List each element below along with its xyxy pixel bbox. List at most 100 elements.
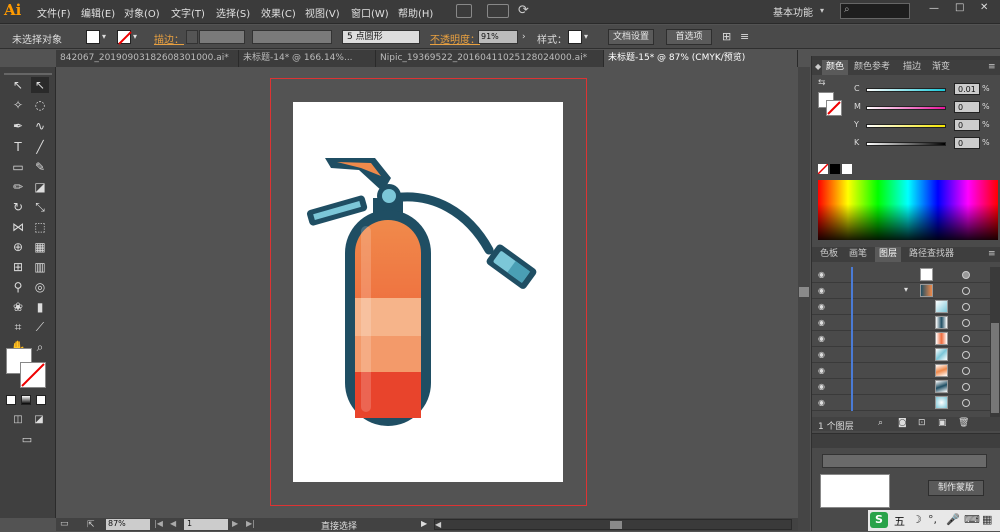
layer-row[interactable]: ◉ bbox=[812, 267, 990, 283]
color-spectrum[interactable] bbox=[818, 180, 998, 240]
share-icon[interactable]: ⇱ bbox=[87, 520, 95, 530]
artboard-nav-icon[interactable]: ▭ bbox=[60, 519, 69, 529]
opacity-input[interactable]: 91% bbox=[478, 30, 518, 44]
target-icon[interactable] bbox=[962, 303, 970, 311]
punctuation-icon[interactable]: °, bbox=[928, 513, 937, 526]
stroke-swatch[interactable] bbox=[117, 30, 132, 45]
tab-brushes[interactable]: 画笔 bbox=[845, 247, 871, 262]
type-tool-icon[interactable]: T bbox=[9, 139, 27, 155]
symbol-sprayer-tool-icon[interactable]: ❀ bbox=[9, 299, 27, 315]
target-icon[interactable] bbox=[962, 367, 970, 375]
align-icon[interactable]: ⊞ bbox=[722, 30, 731, 43]
stroke-weight-stepper[interactable] bbox=[186, 30, 198, 44]
tab-pathfinder[interactable]: 路径查找器 bbox=[905, 247, 958, 262]
maximize-icon[interactable]: □ bbox=[955, 2, 964, 13]
scroll-thumb[interactable] bbox=[991, 323, 999, 413]
rotate-tool-icon[interactable]: ↻ bbox=[9, 199, 27, 215]
rectangle-tool-icon[interactable]: ▭ bbox=[9, 159, 27, 175]
magic-wand-tool-icon[interactable]: ✧ bbox=[9, 97, 27, 113]
next-artboard-icon[interactable]: ▶ bbox=[232, 519, 238, 528]
white-swatch[interactable] bbox=[842, 164, 852, 174]
column-graph-tool-icon[interactable]: ▮ bbox=[31, 299, 49, 315]
gradient-tool-icon[interactable]: ▥ bbox=[31, 259, 49, 275]
direct-selection-tool-icon[interactable]: ↖ bbox=[31, 77, 49, 93]
layer-row[interactable]: ◉ bbox=[812, 315, 990, 331]
bridge-icon[interactable] bbox=[456, 4, 472, 18]
layer-row[interactable]: ◉ bbox=[812, 299, 990, 315]
magenta-slider[interactable] bbox=[866, 106, 946, 110]
slice-tool-icon[interactable]: ⟋ bbox=[31, 319, 49, 335]
black-input[interactable]: 0 bbox=[954, 137, 980, 149]
menu-select[interactable]: 选择(S) bbox=[216, 5, 250, 20]
tab-stroke[interactable]: 描边 bbox=[899, 60, 925, 75]
sogou-logo-icon[interactable]: S bbox=[870, 512, 888, 528]
eye-icon[interactable]: ◉ bbox=[818, 318, 830, 327]
zoom-level-input[interactable]: 87% bbox=[106, 519, 150, 530]
eye-icon[interactable]: ◉ bbox=[818, 366, 830, 375]
tab-document-1[interactable]: 842067_20190903182608301000.ai* bbox=[56, 50, 239, 67]
layers-scrollbar[interactable] bbox=[990, 267, 1000, 417]
layer-row[interactable]: ◉ bbox=[812, 379, 990, 395]
chevron-down-icon[interactable]: ▾ bbox=[820, 6, 824, 15]
moon-icon[interactable]: ☽ bbox=[912, 513, 922, 526]
scroll-thumb[interactable] bbox=[799, 287, 809, 297]
gradient-mode-icon[interactable] bbox=[21, 395, 31, 405]
stroke-color-box[interactable] bbox=[20, 362, 46, 388]
new-sublayer-icon[interactable]: ⊡ bbox=[918, 418, 926, 428]
document-setup-button[interactable]: 文档设置 bbox=[608, 29, 654, 45]
tab-document-2[interactable]: 未标题-14* @ 166.14%... bbox=[239, 50, 376, 67]
menu-edit[interactable]: 编辑(E) bbox=[81, 5, 115, 20]
artboard-tool-icon[interactable]: ⌗ bbox=[9, 319, 27, 335]
make-clipping-mask-icon[interactable]: ◙ bbox=[898, 418, 907, 428]
chevron-down-icon[interactable]: ▾ bbox=[584, 32, 588, 41]
layer-row[interactable]: ◉ bbox=[812, 347, 990, 363]
graphic-style-swatch[interactable] bbox=[568, 30, 582, 44]
eraser-tool-icon[interactable]: ◪ bbox=[31, 179, 49, 195]
scroll-thumb[interactable] bbox=[610, 521, 622, 529]
pencil-tool-icon[interactable]: ✏ bbox=[9, 179, 27, 195]
artboard-number-input[interactable]: 1 bbox=[184, 519, 228, 530]
magenta-input[interactable]: 0 bbox=[954, 101, 980, 113]
shape-builder-tool-icon[interactable]: ⊕ bbox=[9, 239, 27, 255]
first-artboard-icon[interactable]: |◀ bbox=[154, 519, 163, 528]
variable-width-dropdown[interactable] bbox=[252, 30, 332, 44]
cyan-slider[interactable] bbox=[866, 88, 946, 92]
scale-tool-icon[interactable]: ⤡ bbox=[31, 199, 49, 215]
none-swatch[interactable] bbox=[817, 163, 829, 175]
eye-icon[interactable]: ◉ bbox=[818, 286, 830, 295]
yellow-slider[interactable] bbox=[866, 124, 946, 128]
tab-document-active[interactable]: 未标题-15* @ 87% (CMYK/预览) bbox=[604, 50, 798, 67]
opacity-label[interactable]: 不透明度： bbox=[430, 31, 480, 46]
collapse-icon[interactable]: ◆ bbox=[815, 62, 821, 71]
stroke-weight-dropdown[interactable] bbox=[199, 30, 245, 44]
menu-effect[interactable]: 效果(C) bbox=[261, 5, 296, 20]
menu-object[interactable]: 对象(O) bbox=[124, 5, 160, 20]
target-icon[interactable] bbox=[962, 399, 970, 407]
workspace-switcher[interactable]: 基本功能 bbox=[773, 4, 813, 19]
target-icon[interactable] bbox=[962, 271, 970, 279]
width-tool-icon[interactable]: ⋈ bbox=[9, 219, 27, 235]
blend-tool-icon[interactable]: ◎ bbox=[31, 279, 49, 295]
eye-icon[interactable]: ◉ bbox=[818, 382, 830, 391]
close-icon[interactable]: ✕ bbox=[980, 2, 988, 13]
status-menu-icon[interactable]: ▶ bbox=[421, 519, 427, 528]
scroll-left-icon[interactable]: ◀ bbox=[435, 520, 441, 529]
layer-row[interactable]: ◉ bbox=[812, 395, 990, 411]
cyan-input[interactable]: 0.01 bbox=[954, 83, 980, 95]
keyboard-icon[interactable]: ⌨ bbox=[964, 513, 980, 526]
zoom-tool-icon[interactable]: ⌕ bbox=[31, 339, 49, 355]
eye-icon[interactable]: ◉ bbox=[818, 302, 830, 311]
eyedropper-tool-icon[interactable]: ⚲ bbox=[9, 279, 27, 295]
target-icon[interactable] bbox=[962, 335, 970, 343]
preferences-button[interactable]: 首选项 bbox=[666, 29, 712, 45]
yellow-input[interactable]: 0 bbox=[954, 119, 980, 131]
minimize-icon[interactable]: — bbox=[929, 3, 939, 14]
swap-colors-icon[interactable]: ⇆ bbox=[818, 78, 826, 88]
fill-swatch[interactable] bbox=[86, 30, 100, 44]
layer-row[interactable]: ◉ bbox=[812, 363, 990, 379]
gpu-performance-icon[interactable]: ⟳ bbox=[518, 3, 529, 18]
paintbrush-tool-icon[interactable]: ✎ bbox=[31, 159, 49, 175]
arrange-documents-icon[interactable] bbox=[487, 4, 509, 18]
selection-tool-icon[interactable]: ↖ bbox=[9, 77, 27, 93]
target-icon[interactable] bbox=[962, 319, 970, 327]
